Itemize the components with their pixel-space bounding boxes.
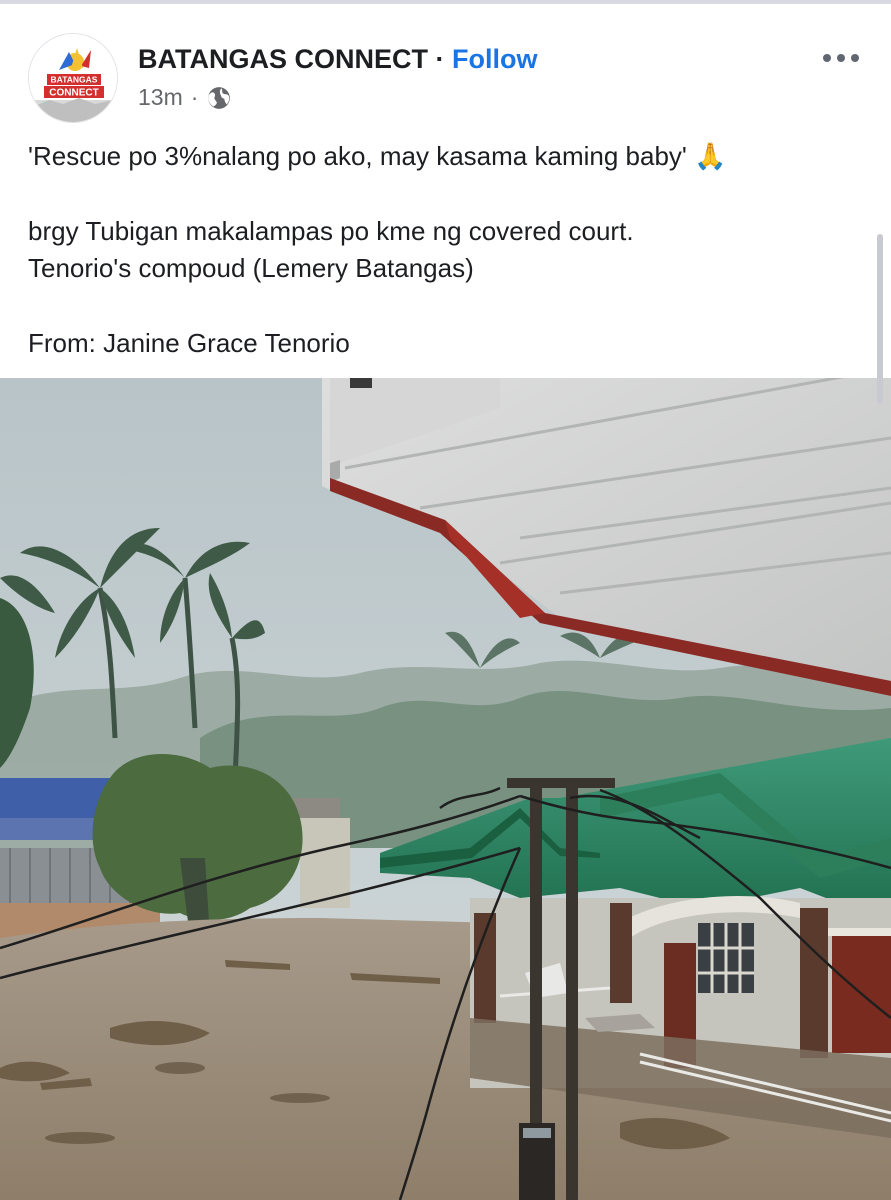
post-text-line: From: Janine Grace Tenorio [28, 328, 350, 358]
post-body-text: 'Rescue po 3%nalang po ako, may kasama k… [28, 138, 878, 362]
page-avatar[interactable]: BATANGAS CONNECT [28, 33, 118, 123]
scrollbar-thumb[interactable] [877, 234, 883, 404]
post-text-line: brgy Tubigan makalampas po kme ng covere… [28, 216, 634, 246]
follow-button[interactable]: Follow [452, 44, 537, 74]
scrollbar-track[interactable] [876, 0, 884, 1200]
post-text-line: 'Rescue po 3%nalang po ako, may kasama k… [28, 141, 727, 171]
batangas-connect-logo: BATANGAS CONNECT [29, 34, 117, 122]
svg-text:BATANGAS: BATANGAS [51, 75, 98, 85]
meta-separator: · [190, 84, 199, 110]
post-author-line: BATANGAS CONNECT · Follow [138, 44, 538, 75]
post-timestamp[interactable]: 13m [138, 84, 183, 111]
name-separator: · [435, 44, 445, 74]
more-horizontal-icon [823, 54, 859, 62]
post-header: BATANGAS CONNECT BATANGAS CONNECT · Foll… [0, 4, 891, 124]
globe-icon [208, 86, 231, 109]
post-photo[interactable] [0, 378, 891, 1200]
page-name-link[interactable]: BATANGAS CONNECT [138, 44, 428, 74]
post-meta: 13m · [138, 84, 232, 111]
post-text-line: Tenorio's compoud (Lemery Batangas) [28, 253, 474, 283]
flood-photo [0, 378, 891, 1200]
more-options-button[interactable] [821, 48, 861, 68]
svg-text:CONNECT: CONNECT [49, 88, 98, 99]
